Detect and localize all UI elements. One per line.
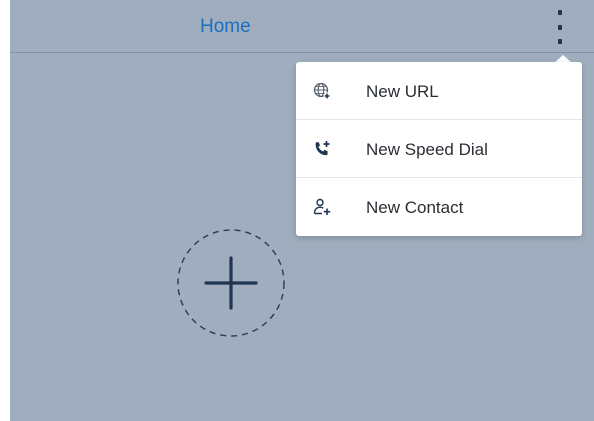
new-item-dropdown-menu: New URL New Speed Dial New Contact bbox=[296, 62, 582, 236]
home-screen: Home New URL New Speed Dial New Contact bbox=[10, 0, 594, 421]
menu-item-label: New Contact bbox=[366, 198, 464, 217]
phone-plus-icon bbox=[315, 141, 330, 156]
globe-plus-icon bbox=[313, 82, 331, 100]
more-options-icon[interactable] bbox=[550, 8, 570, 46]
contact-plus-icon bbox=[313, 198, 331, 215]
plus-icon bbox=[204, 256, 258, 310]
menu-item-label: New URL bbox=[366, 82, 439, 101]
menu-item-new-contact[interactable]: New Contact bbox=[296, 178, 582, 236]
menu-item-new-speed-dial[interactable]: New Speed Dial bbox=[296, 120, 582, 178]
menu-item-label: New Speed Dial bbox=[366, 140, 488, 159]
header-bar: Home bbox=[10, 0, 594, 53]
menu-item-new-url[interactable]: New URL bbox=[296, 62, 582, 120]
add-item-button[interactable] bbox=[176, 228, 286, 338]
tab-home[interactable]: Home bbox=[200, 16, 251, 38]
